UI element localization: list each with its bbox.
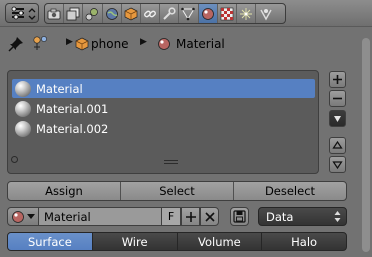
constraint-link-icon <box>144 10 156 17</box>
context-tabs <box>44 3 286 24</box>
editor-type-button[interactable] <box>5 3 39 23</box>
unlink-material-button[interactable] <box>200 207 219 226</box>
breadcrumb-separator-icon: ▶ <box>140 37 147 47</box>
material-type-tabs: Surface Wire Volume Halo <box>7 232 347 251</box>
wrench-icon <box>163 6 176 20</box>
chevron-down-icon <box>27 214 35 219</box>
material-link-select[interactable]: Data <box>258 207 347 226</box>
tab-surface[interactable]: Surface <box>8 233 93 250</box>
material-slot-list: Material Material.001 Material.002 <box>7 70 319 174</box>
slot-label: Material <box>36 81 83 96</box>
tab-texture[interactable] <box>218 4 237 23</box>
material-name-field[interactable]: Material <box>39 207 162 226</box>
scene-icon <box>86 7 99 20</box>
breadcrumb-object: phone <box>91 37 129 51</box>
move-slot-down-button[interactable] <box>329 156 346 173</box>
save-icon <box>233 210 246 223</box>
tab-render-layers[interactable] <box>64 4 84 23</box>
particles-icon <box>239 7 252 20</box>
minus-icon <box>333 97 342 100</box>
tab-render[interactable] <box>45 4 65 23</box>
browse-material-button[interactable] <box>7 207 39 226</box>
object-data-icon <box>33 36 47 50</box>
list-resize-grip[interactable] <box>164 160 178 165</box>
breadcrumb-material: Material <box>176 37 225 51</box>
properties-editor-icon <box>11 6 36 20</box>
assign-button[interactable]: Assign <box>8 182 121 200</box>
material-sphere-icon <box>158 38 170 50</box>
triangle-up-icon <box>332 140 343 149</box>
plus-icon <box>185 211 196 222</box>
list-filter-toggle[interactable] <box>11 156 18 163</box>
tab-constraints[interactable] <box>141 4 161 23</box>
layers-icon <box>66 7 80 20</box>
move-slot-up-button[interactable] <box>329 137 346 154</box>
object-cube-icon <box>75 37 89 51</box>
pin-id-button[interactable] <box>230 207 249 226</box>
slot-label: Material.002 <box>36 121 109 136</box>
tab-material[interactable] <box>198 4 218 23</box>
physics-icon <box>260 8 272 20</box>
slot-action-row: Assign Select Deselect <box>7 181 347 201</box>
world-icon <box>105 7 118 20</box>
breadcrumb-separator-icon: ▶ <box>66 37 73 47</box>
tab-particles[interactable] <box>237 4 257 23</box>
new-material-button[interactable] <box>181 207 200 226</box>
scrollbar-thumb[interactable] <box>362 38 370 252</box>
camera-icon <box>47 8 61 19</box>
remove-slot-button[interactable] <box>329 90 346 107</box>
material-link-value: Data <box>266 209 294 224</box>
list-item[interactable]: Material.001 <box>12 99 315 118</box>
checker-texture-icon <box>220 7 234 20</box>
material-sphere-icon <box>12 211 24 223</box>
mesh-data-icon <box>181 7 196 20</box>
slot-specials-menu[interactable] <box>329 110 346 127</box>
chevron-down-icon <box>334 116 341 122</box>
plus-icon <box>333 75 342 84</box>
list-item[interactable]: Material <box>12 79 315 98</box>
list-item[interactable]: Material.002 <box>12 119 315 138</box>
material-sphere-icon <box>201 7 214 20</box>
pin-icon[interactable] <box>8 36 24 52</box>
tab-object[interactable] <box>122 4 141 23</box>
chevron-updown-icon <box>334 211 341 222</box>
breadcrumb: ▶ phone ▶ Material <box>0 30 372 58</box>
tab-world[interactable] <box>103 4 122 23</box>
tab-volume[interactable]: Volume <box>178 233 263 250</box>
tab-physics[interactable] <box>256 4 275 23</box>
fake-user-toggle[interactable]: F <box>162 207 181 226</box>
tab-scene[interactable] <box>83 4 103 23</box>
select-button[interactable]: Select <box>121 182 234 200</box>
tab-halo[interactable]: Halo <box>262 233 346 250</box>
material-preview-icon <box>15 80 31 97</box>
slot-label: Material.001 <box>36 101 109 116</box>
tab-modifiers[interactable] <box>160 4 180 23</box>
add-slot-button[interactable] <box>329 71 346 88</box>
deselect-button[interactable]: Deselect <box>234 182 346 200</box>
material-preview-icon <box>15 100 31 117</box>
tab-data[interactable] <box>179 4 199 23</box>
tab-wire[interactable]: Wire <box>93 233 178 250</box>
object-cube-icon <box>124 7 138 20</box>
close-icon <box>204 211 215 222</box>
material-preview-icon <box>15 120 31 137</box>
triangle-down-icon <box>332 161 343 170</box>
